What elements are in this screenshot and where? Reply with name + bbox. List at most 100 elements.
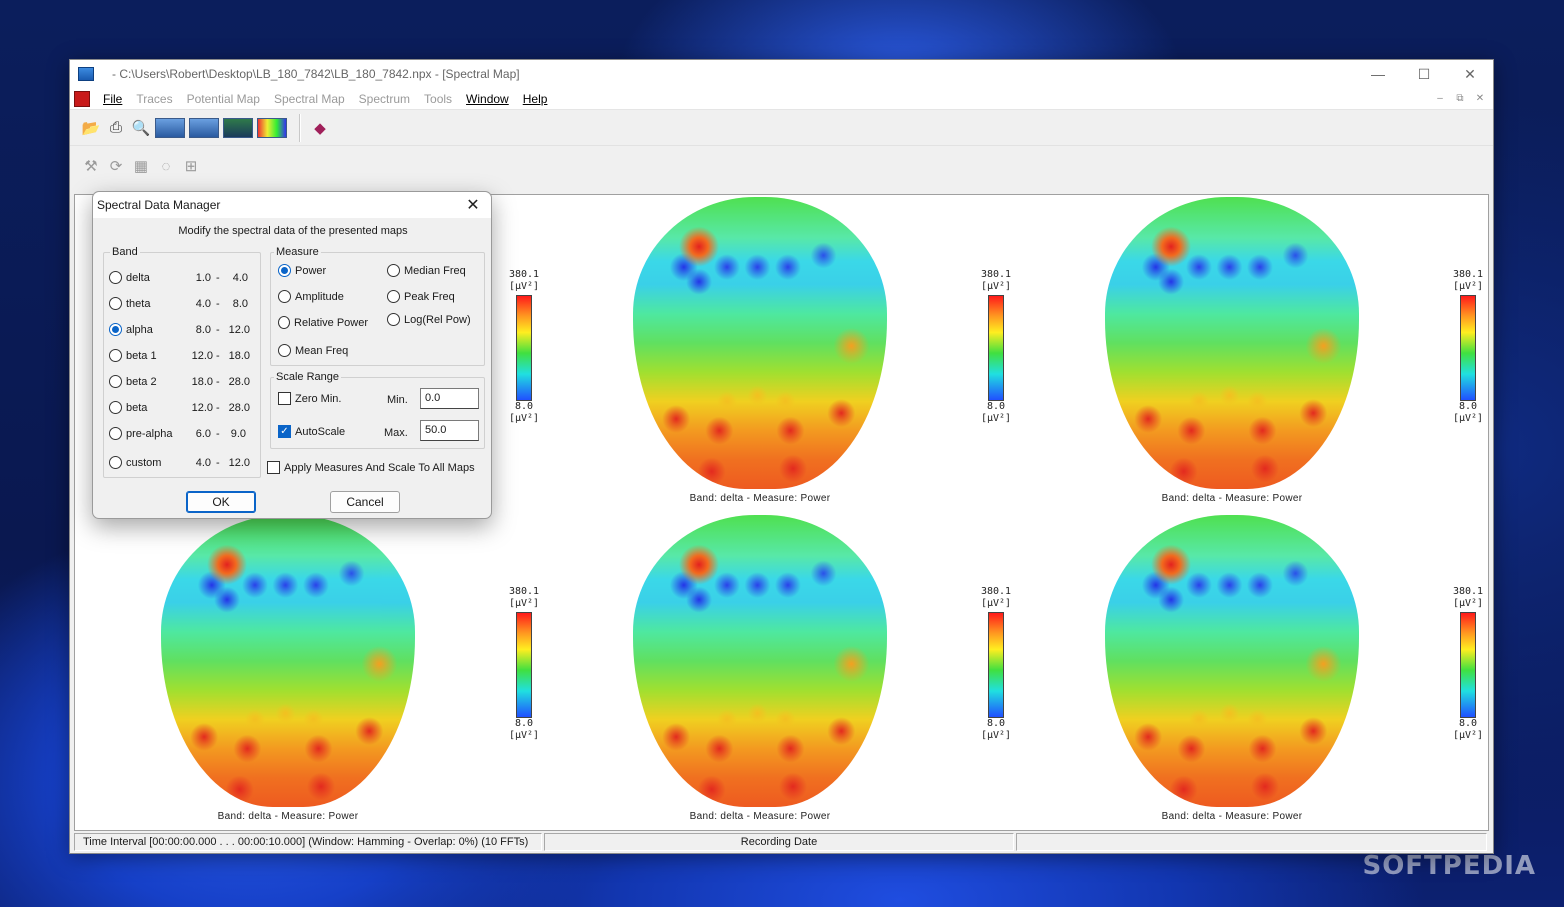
radio-indicator	[278, 344, 291, 357]
measure-log-rel-pow-radio[interactable]: Log(Rel Pow)	[387, 313, 471, 326]
title-bar[interactable]: - C:\Users\Robert\Desktop\LB_180_7842\LB…	[70, 60, 1493, 88]
spectral-map-4[interactable]	[161, 515, 415, 807]
band-name: pre-alpha	[126, 427, 173, 440]
band-group	[103, 252, 261, 478]
band-lo: 1.0	[195, 272, 211, 284]
colorbar-unit-top: [µV²]	[508, 598, 540, 609]
colorbar-min: 8.0	[514, 401, 534, 412]
band-hi: 9.0	[230, 428, 246, 440]
refresh-icon[interactable]: ⟳	[105, 155, 127, 177]
band-alpha-radio[interactable]: alpha	[109, 323, 153, 336]
menu-file[interactable]: File	[96, 92, 129, 106]
colorbar-6: 380.1 [µV²] 8.0 [µV²]	[1450, 586, 1486, 742]
print-preview-icon[interactable]: 🔍	[130, 117, 152, 139]
band-pre-alpha-radio[interactable]: pre-alpha	[109, 427, 172, 440]
colorbar-gradient	[516, 612, 532, 718]
spectral-map-view-icon[interactable]	[223, 117, 253, 138]
head-icon[interactable]: ◌	[155, 155, 177, 177]
radio-indicator	[278, 290, 291, 303]
radio-indicator	[387, 264, 400, 277]
colorbar-max: 380.1	[1452, 269, 1484, 280]
dialog-title-bar[interactable]: Spectral Data Manager ✕	[93, 192, 491, 218]
window-title: - C:\Users\Robert\Desktop\LB_180_7842\LB…	[112, 67, 520, 81]
band-lo: 18.0	[191, 376, 213, 388]
close-button[interactable]: ✕	[1447, 60, 1493, 88]
band-delta-radio[interactable]: delta	[109, 271, 150, 284]
spectral-data-manager-dialog: Spectral Data Manager ✕ Modify the spect…	[92, 191, 492, 519]
colorbar-unit-bottom: [µV²]	[980, 730, 1012, 741]
band-beta-radio[interactable]: beta	[109, 401, 147, 414]
mdi-close-button[interactable]: ✕	[1471, 90, 1489, 106]
menu-window[interactable]: Window	[459, 92, 516, 106]
colorbar-unit-top: [µV²]	[508, 281, 540, 292]
traces-view-icon[interactable]	[155, 117, 185, 138]
radio-indicator	[109, 323, 122, 336]
grid-icon[interactable]: ⊞	[180, 155, 202, 177]
measure-mean-freq-label: Mean Freq	[295, 344, 349, 357]
band-custom-radio[interactable]: custom	[109, 456, 161, 469]
colorbar-min: 8.0	[514, 718, 534, 729]
menu-file-label: File	[103, 91, 123, 106]
apply-all-checkbox[interactable]: Apply Measures And Scale To All Maps	[267, 461, 475, 474]
menu-traces[interactable]: Traces	[129, 92, 179, 106]
band-lo: 4.0	[195, 298, 211, 310]
spectral-map-6[interactable]	[1105, 515, 1359, 807]
colorbar-gradient	[988, 612, 1004, 718]
map-caption-3: Band: delta - Measure: Power	[1161, 493, 1303, 504]
measure-median-freq-radio[interactable]: Median Freq	[387, 264, 466, 277]
toolbar-separator	[299, 113, 301, 142]
measure-relative-power-radio[interactable]: Relative Power	[278, 316, 368, 329]
band-name: beta	[126, 401, 148, 414]
menu-spectrum[interactable]: Spectrum	[352, 92, 417, 106]
dialog-title: Spectral Data Manager	[97, 198, 221, 212]
colorbar-unit-bottom: [µV²]	[1452, 730, 1484, 741]
manual-book-icon[interactable]: ◆	[309, 117, 331, 139]
spectral-map-5[interactable]	[633, 515, 887, 807]
band-lo: 6.0	[195, 428, 211, 440]
measure-peak-freq-radio[interactable]: Peak Freq	[387, 290, 455, 303]
status-time-interval: Time Interval [00:00:00.000 . . . 00:00:…	[74, 833, 542, 851]
menu-potential-map[interactable]: Potential Map	[180, 92, 267, 106]
maximize-button[interactable]: ☐	[1401, 60, 1447, 88]
mdi-restore-button[interactable]: ⧉	[1451, 90, 1469, 106]
band-beta1-radio[interactable]: beta 1	[109, 349, 157, 362]
document-icon[interactable]	[74, 90, 90, 107]
spectrum-view-icon[interactable]	[257, 117, 287, 138]
band-beta2-radio[interactable]: beta 2	[109, 375, 157, 388]
radio-indicator	[109, 297, 122, 310]
autoscale-checkbox[interactable]: ✓ AutoScale	[278, 425, 345, 438]
measure-amplitude-radio[interactable]: Amplitude	[278, 290, 344, 303]
potential-map-view-icon[interactable]	[189, 117, 219, 138]
colorbar-min: 8.0	[986, 401, 1006, 412]
status-recording-date: Recording Date	[544, 833, 1014, 851]
spectral-map-2[interactable]	[633, 197, 887, 489]
cancel-button[interactable]: Cancel	[330, 491, 400, 513]
colorbar-max: 380.1	[508, 269, 540, 280]
menu-spectral-map[interactable]: Spectral Map	[267, 92, 352, 106]
measure-power-radio[interactable]: Power	[278, 264, 326, 277]
measure-group-label: Measure	[274, 246, 321, 258]
minimize-button[interactable]: —	[1355, 60, 1401, 88]
colorbar-gradient	[1460, 295, 1476, 401]
print-icon[interactable]: ⎙	[105, 117, 127, 139]
menu-help[interactable]: Help	[516, 92, 555, 106]
measure-power-label: Power	[295, 264, 327, 277]
radio-indicator	[278, 264, 291, 277]
menu-tools[interactable]: Tools	[417, 92, 459, 106]
colorbar-unit-bottom: [µV²]	[980, 413, 1012, 424]
layout-icon[interactable]: ▦	[130, 155, 152, 177]
band-lo: 4.0	[195, 457, 211, 469]
tools-hammer-icon[interactable]: ⚒	[80, 155, 102, 177]
mdi-minimize-button[interactable]: –	[1431, 90, 1449, 106]
ok-button[interactable]: OK	[186, 491, 256, 513]
dialog-close-button[interactable]: ✕	[463, 195, 483, 215]
spectral-map-3[interactable]	[1105, 197, 1359, 489]
measure-mean-freq-radio[interactable]: Mean Freq	[278, 344, 348, 357]
open-folder-icon[interactable]: 📂	[80, 117, 102, 139]
band-theta-radio[interactable]: theta	[109, 297, 150, 310]
band-hi: 28.0	[228, 376, 250, 388]
max-input[interactable]: 50.0	[420, 420, 479, 441]
zero-min-checkbox[interactable]: Zero Min.	[278, 392, 341, 405]
min-input[interactable]: 0.0	[420, 388, 479, 409]
radio-indicator	[109, 427, 122, 440]
